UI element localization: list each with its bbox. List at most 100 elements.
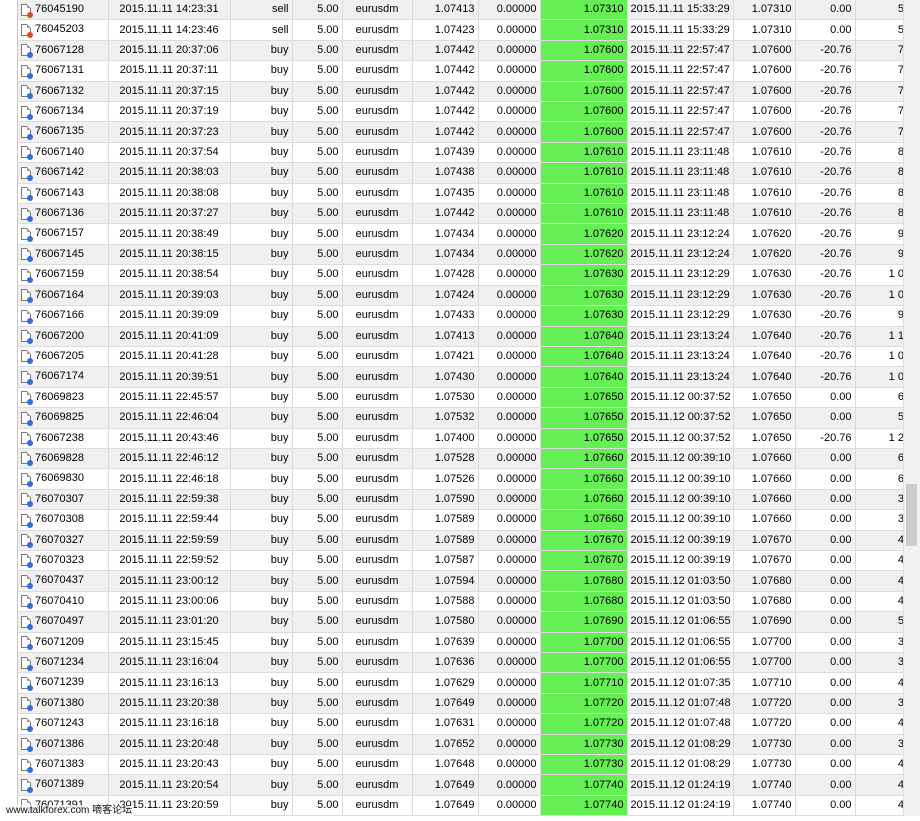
type-cell: buy	[230, 60, 293, 82]
profit-cell: 515.00	[855, 0, 905, 21]
table-row[interactable]: 76070410 2015.11.11 23:00:06 buy 5.00 eurusd…	[18, 591, 905, 613]
table-row[interactable]: 76071243 2015.11.11 23:16:18 buy 5.00 eurusd…	[18, 713, 905, 735]
stop-loss-cell: 0.00000	[478, 285, 541, 307]
take-profit-cell: 1.07650	[540, 407, 628, 429]
table-row[interactable]: 76071389 2015.11.11 23:20:54 buy 5.00 eurusd…	[18, 774, 905, 796]
table-row[interactable]: 76070323 2015.11.11 22:59:52 buy 5.00 eurusd…	[18, 550, 905, 572]
size-cell: 5.00	[292, 693, 343, 715]
table-row[interactable]: 76067142 2015.11.11 20:38:03 buy 5.00 eurusd…	[18, 162, 905, 184]
size-cell: 5.00	[292, 162, 343, 184]
table-row[interactable]: 76067164 2015.11.11 20:39:03 buy 5.00 eurusd…	[18, 285, 905, 307]
table-row[interactable]: 76045203 2015.11.11 14:23:46 sell 5.00 eurus…	[18, 19, 905, 41]
stop-loss-cell: 0.00000	[478, 326, 541, 347]
symbol-cell: eurusdm	[342, 734, 413, 756]
table-row[interactable]: 76067132 2015.11.11 20:37:15 buy 5.00 eurusd…	[18, 81, 905, 103]
swap-cell: -20.76	[795, 40, 856, 62]
symbol-cell: eurusdm	[342, 366, 413, 388]
table-row[interactable]: 76069823 2015.11.11 22:45:57 buy 5.00 eurusd…	[18, 387, 905, 409]
type-cell: buy	[230, 244, 293, 266]
stop-loss-cell: 0.00000	[478, 652, 541, 674]
take-profit-cell: 1.07640	[540, 346, 628, 368]
swap-cell: 0.00	[795, 448, 856, 470]
ticket-cell: 76067174	[18, 366, 109, 388]
buy-order-icon	[21, 207, 33, 222]
size-cell: 5.00	[292, 734, 343, 756]
ticket-number: 76067132	[35, 84, 84, 97]
close-time-cell: 2015.11.11 22:57:47	[627, 40, 734, 62]
close-time-cell: 2015.11.12 01:07:48	[627, 693, 734, 715]
table-row[interactable]: 76071380 2015.11.11 23:20:38 buy 5.00 eurusd…	[18, 693, 905, 715]
symbol-cell: eurusdm	[342, 101, 413, 123]
close-price-cell: 1.07310	[733, 0, 796, 21]
table-row[interactable]: 76067200 2015.11.11 20:41:09 buy 5.00 eurusd…	[18, 326, 905, 347]
table-row[interactable]: 76070327 2015.11.11 22:59:59 buy 5.00 eurusd…	[18, 530, 905, 551]
type-cell: buy	[230, 672, 293, 694]
table-row[interactable]: 76071383 2015.11.11 23:20:43 buy 5.00 eurusd…	[18, 754, 905, 776]
close-time-cell: 2015.11.11 23:13:24	[627, 366, 734, 388]
table-row[interactable]: 76071386 2015.11.11 23:20:48 buy 5.00 eurusd…	[18, 734, 905, 756]
symbol-cell: eurusdm	[342, 632, 413, 654]
table-row[interactable]: 76067128 2015.11.11 20:37:06 buy 5.00 eurusd…	[18, 40, 905, 62]
take-profit-cell: 1.07660	[540, 489, 628, 511]
swap-cell: -20.76	[795, 101, 856, 123]
type-cell: buy	[230, 570, 293, 592]
table-row[interactable]: 76069825 2015.11.11 22:46:04 buy 5.00 eurusd…	[18, 407, 905, 429]
swap-cell: 0.00	[795, 774, 856, 796]
open-time-cell: 2015.11.11 20:37:19	[108, 101, 231, 123]
table-row[interactable]: 76069828 2015.11.11 22:46:12 buy 5.00 eurusd…	[18, 448, 905, 470]
table-row[interactable]: 760713912015.11.11 23:20:59buy5.00eurusd…	[18, 795, 905, 816]
scrollbar-thumb[interactable]	[906, 484, 917, 546]
close-price-cell: 1.07690	[733, 611, 796, 633]
table-row[interactable]: 76070308 2015.11.11 22:59:44 buy 5.00 eurusd…	[18, 509, 905, 531]
open-time-cell: 2015.11.11 23:20:54	[108, 774, 231, 796]
stop-loss-cell: 0.00000	[478, 570, 541, 592]
stop-loss-cell: 0.00000	[478, 713, 541, 735]
table-row[interactable]: 76067238 2015.11.11 20:43:46 buy 5.00 eurusd…	[18, 428, 905, 449]
open-time-cell: 2015.11.11 20:43:46	[108, 428, 231, 449]
stop-loss-cell: 0.00000	[478, 183, 541, 205]
type-cell: buy	[230, 305, 293, 327]
vertical-scrollbar[interactable]	[903, 0, 920, 816]
table-row[interactable]: 76045190 2015.11.11 14:23:31 sell 5.00 eurus…	[18, 0, 905, 21]
table-row[interactable]: 76067140 2015.11.11 20:37:54 buy 5.00 eurusd…	[18, 142, 905, 164]
take-profit-cell: 1.07650	[540, 387, 628, 409]
table-row[interactable]: 76067136 2015.11.11 20:37:27 buy 5.00 eurusd…	[18, 203, 905, 225]
buy-order-icon	[21, 227, 33, 242]
table-row[interactable]: 76067205 2015.11.11 20:41:28 buy 5.00 eurusd…	[18, 346, 905, 368]
table-row[interactable]: 76067174 2015.11.11 20:39:51 buy 5.00 eurusd…	[18, 366, 905, 388]
table-row[interactable]: 76070437 2015.11.11 23:00:12 buy 5.00 eurusd…	[18, 570, 905, 592]
open-time-cell: 2015.11.11 20:37:27	[108, 203, 231, 225]
size-cell: 5.00	[292, 264, 343, 286]
open-price-cell: 1.07649	[412, 795, 479, 816]
table-row[interactable]: 76067157 2015.11.11 20:38:49 buy 5.00 eurusd…	[18, 223, 905, 245]
buy-order-icon	[21, 717, 33, 732]
table-row[interactable]: 76071209 2015.11.11 23:15:45 buy 5.00 eurusd…	[18, 632, 905, 654]
type-cell: buy	[230, 632, 293, 654]
table-row[interactable]: 76067159 2015.11.11 20:38:54 buy 5.00 eurusd…	[18, 264, 905, 286]
table-row[interactable]: 76067143 2015.11.11 20:38:08 buy 5.00 eurusd…	[18, 183, 905, 205]
ticket-number: 76067174	[35, 370, 84, 383]
open-time-cell: 2015.11.11 20:38:49	[108, 223, 231, 245]
ticket-number: 76071234	[35, 656, 84, 668]
open-time-cell: 2015.11.11 22:46:18	[108, 468, 231, 490]
type-cell: buy	[230, 734, 293, 756]
take-profit-cell: 1.07690	[540, 611, 628, 633]
table-row[interactable]: 76067134 2015.11.11 20:37:19 buy 5.00 eurusd…	[18, 101, 905, 123]
table-row[interactable]: 76070307 2015.11.11 22:59:38 buy 5.00 eurusd…	[18, 489, 905, 511]
swap-cell: -20.76	[795, 142, 856, 164]
table-row[interactable]: 76067131 2015.11.11 20:37:11 buy 5.00 eurusd…	[18, 60, 905, 82]
close-time-cell: 2015.11.12 00:39:10	[627, 468, 734, 490]
table-row[interactable]: 76067135 2015.11.11 20:37:23 buy 5.00 eurusd…	[18, 121, 905, 143]
table-row[interactable]: 76069830 2015.11.11 22:46:18 buy 5.00 eurusd…	[18, 468, 905, 490]
open-time-cell: 2015.11.11 23:16:13	[108, 672, 231, 694]
table-row[interactable]: 76067166 2015.11.11 20:39:09 buy 5.00 eurusd…	[18, 305, 905, 327]
type-cell: buy	[230, 550, 293, 572]
table-row[interactable]: 76070497 2015.11.11 23:01:20 buy 5.00 eurusd…	[18, 611, 905, 633]
table-row[interactable]: 76071239 2015.11.11 23:16:13 buy 5.00 eurusd…	[18, 672, 905, 694]
symbol-cell: eurusdm	[342, 264, 413, 286]
swap-cell: -20.76	[795, 183, 856, 205]
table-row[interactable]: 76071234 2015.11.11 23:16:04 buy 5.00 eurusd…	[18, 652, 905, 674]
ticket-number: 76067140	[35, 145, 84, 158]
table-row[interactable]: 76067145 2015.11.11 20:38:15 buy 5.00 eurusd…	[18, 244, 905, 266]
swap-cell: 0.00	[795, 468, 856, 490]
